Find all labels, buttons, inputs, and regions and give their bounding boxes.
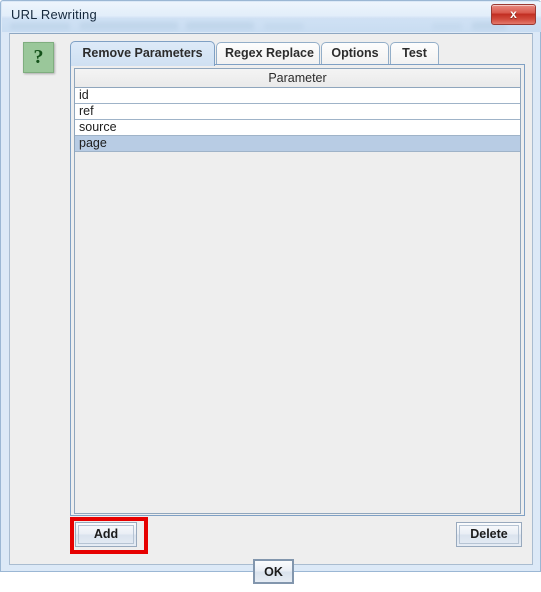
table-column-header: Parameter: [75, 69, 520, 88]
tab-regex-replace[interactable]: Regex Replace: [216, 42, 320, 65]
parameter-table: Parameter id ref source page: [74, 68, 521, 514]
window-title: URL Rewriting: [11, 7, 97, 22]
delete-button[interactable]: Delete: [456, 522, 522, 547]
blurred-background-text: [80, 22, 178, 30]
blurred-background-text: [432, 23, 462, 30]
table-row[interactable]: page: [75, 136, 520, 152]
tab-strip: Remove Parameters Regex Replace Options …: [70, 41, 525, 66]
table-row[interactable]: ref: [75, 104, 520, 120]
title-bar: URL Rewriting x: [2, 2, 541, 32]
highlight-annotation: [70, 517, 148, 554]
tab-options[interactable]: Options: [321, 42, 389, 65]
blurred-background-text: [264, 23, 304, 30]
dialog-window: URL Rewriting x ? Remove Parameters Rege…: [0, 0, 541, 584]
dialog-button-bar: OK: [10, 552, 534, 592]
tab-test[interactable]: Test: [390, 42, 439, 65]
help-icon[interactable]: ?: [23, 42, 54, 73]
delete-button-label: Delete: [470, 527, 508, 541]
parameter-list-panel: Parameter id ref source page: [70, 64, 525, 516]
tab-remove-parameters[interactable]: Remove Parameters: [70, 41, 215, 66]
blurred-background-text: [186, 22, 254, 30]
table-row[interactable]: id: [75, 88, 520, 104]
table-body[interactable]: id ref source page: [75, 88, 520, 513]
table-row[interactable]: source: [75, 120, 520, 136]
blurred-background-text: [10, 23, 70, 30]
close-button[interactable]: x: [491, 4, 536, 25]
dialog-content: ? Remove Parameters Regex Replace Option…: [9, 33, 533, 584]
